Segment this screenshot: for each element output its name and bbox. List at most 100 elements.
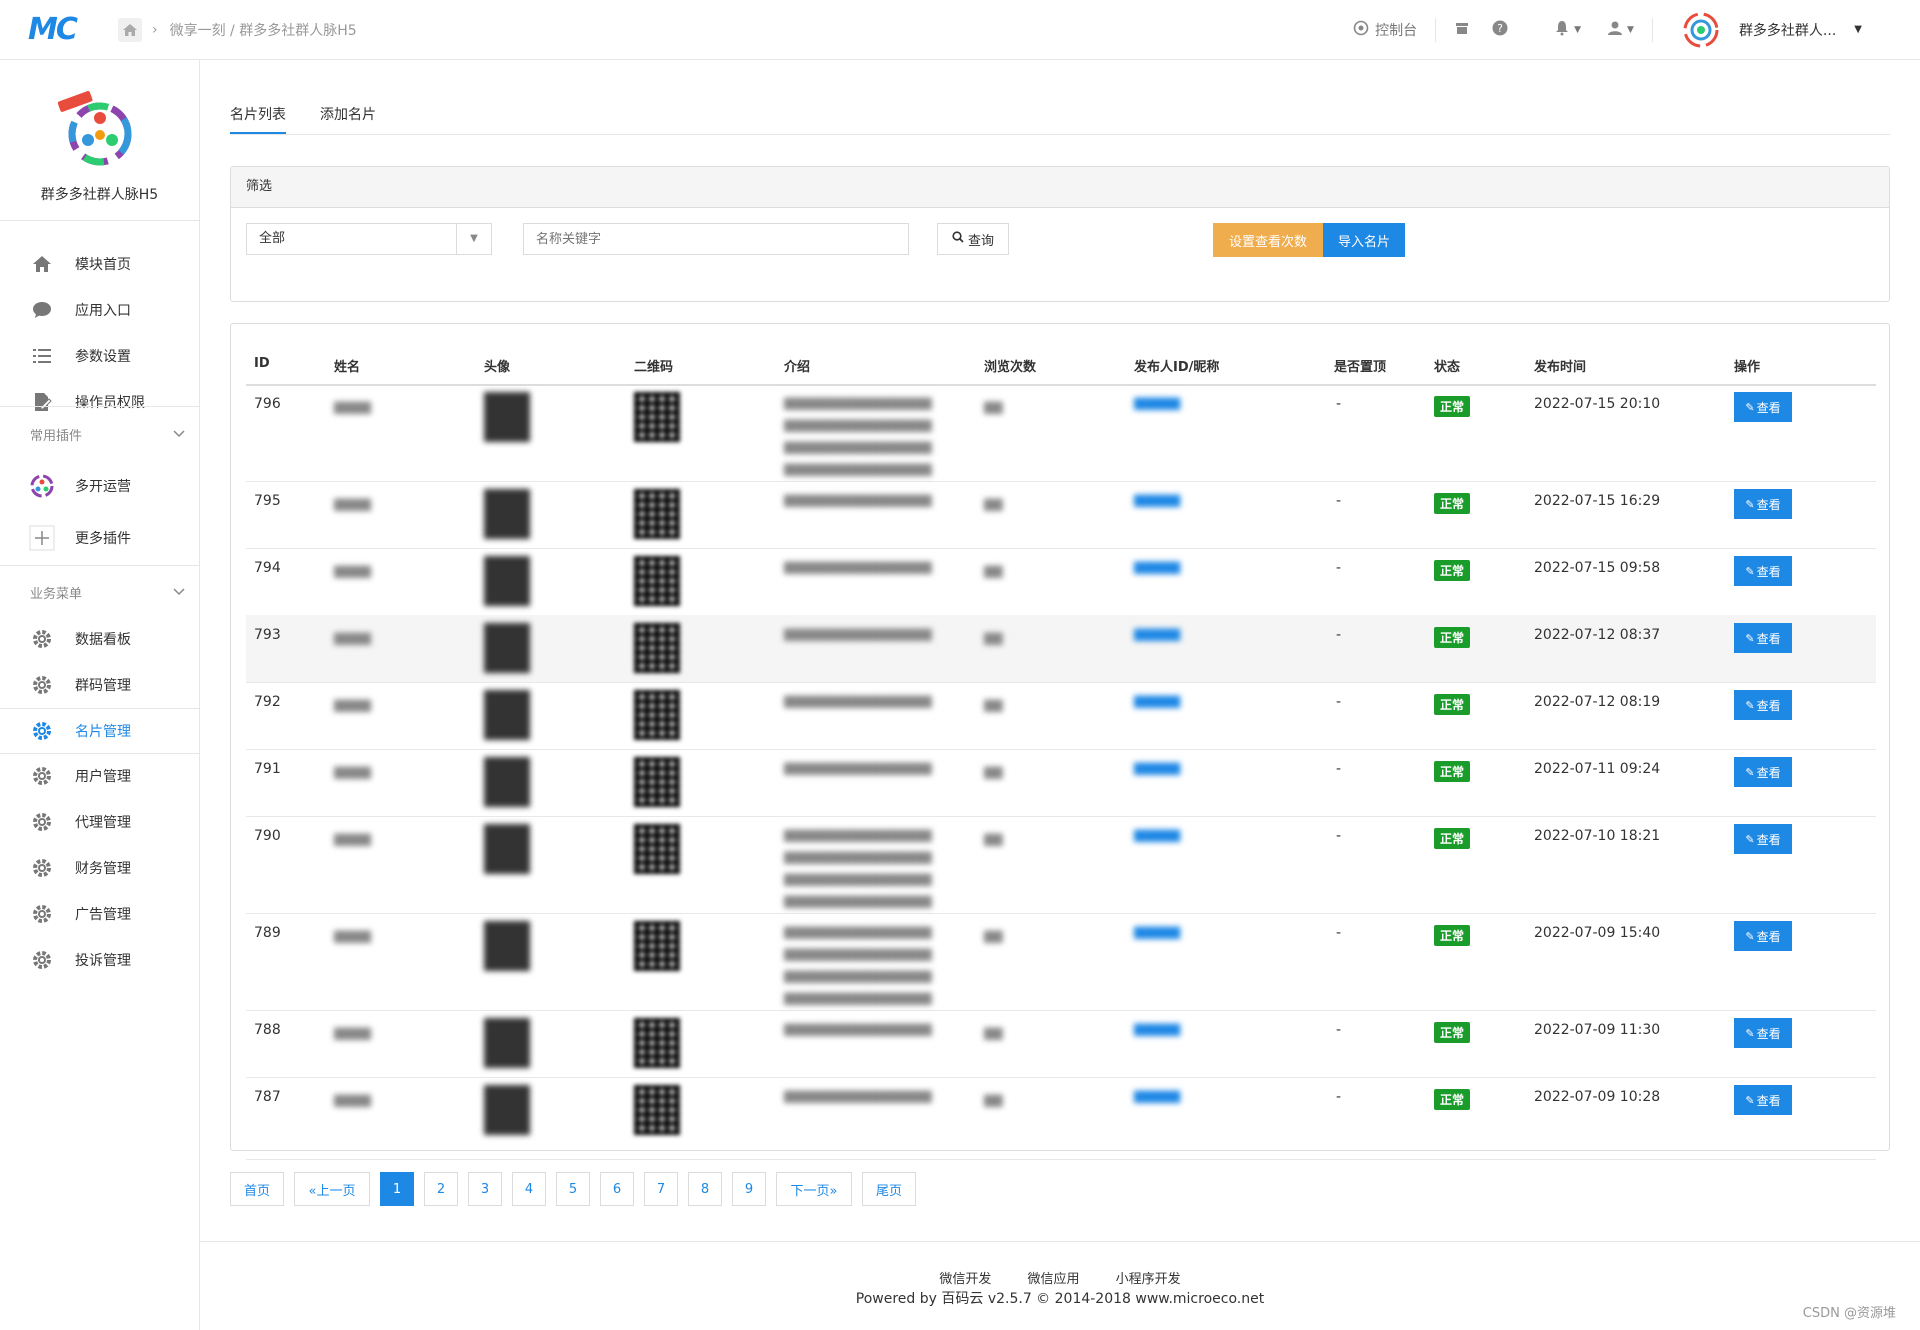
user-menu-button[interactable]: ▼ xyxy=(1599,0,1652,59)
page-next[interactable]: 下一页» xyxy=(776,1172,852,1206)
cell-pinned: - xyxy=(1336,694,1342,710)
notifications-button[interactable]: ▼ xyxy=(1526,0,1599,59)
account-dropdown[interactable]: 群多多社群人... ▼ xyxy=(1653,0,1920,59)
page-prev[interactable]: «上一页 xyxy=(294,1172,370,1206)
view-button[interactable]: ✎ 查看 xyxy=(1734,1085,1792,1115)
cell-publisher-link[interactable]: ▇▇▇▇▇ xyxy=(1134,694,1180,708)
status-badge: 正常 xyxy=(1434,828,1471,849)
status-badge-text: 正常 xyxy=(1434,560,1471,581)
help-button[interactable]: ? xyxy=(1488,0,1526,59)
view-button-inner[interactable]: ✎ 查看 xyxy=(1734,1085,1792,1115)
sidebar-item-agent-management[interactable]: 代理管理 xyxy=(0,800,199,844)
cell-publisher-link[interactable]: ▇▇▇▇▇ xyxy=(1134,761,1180,775)
qr-code-image xyxy=(634,921,680,971)
view-button[interactable]: ✎ 查看 xyxy=(1734,1018,1792,1048)
breadcrumb: › 微享一刻 / 群多多社群人脉H5 xyxy=(118,18,357,42)
cell-publisher-link[interactable]: ▇▇▇▇▇ xyxy=(1134,627,1180,641)
view-button-inner[interactable]: ✎ 查看 xyxy=(1734,556,1792,586)
cell-time: 2022-07-09 11:30 xyxy=(1534,1022,1661,1038)
view-button-inner[interactable]: ✎ 查看 xyxy=(1734,392,1792,422)
table-header: ID 姓名 头像 二维码 介绍 浏览次数 发布人ID/昵称 是否置顶 状态 发布… xyxy=(246,342,1876,386)
sidebar-item-user-management[interactable]: 用户管理 xyxy=(0,754,199,798)
view-button-inner[interactable]: ✎ 查看 xyxy=(1734,921,1792,951)
view-button[interactable]: ✎ 查看 xyxy=(1734,921,1792,951)
console-link[interactable]: 控制台 xyxy=(1335,0,1435,59)
page-1[interactable]: 1 xyxy=(380,1172,414,1206)
cell-intro: ▇▇▇▇▇▇▇▇▇▇▇▇▇▇▇▇ xyxy=(784,694,932,708)
sidebar-item-label: 广告管理 xyxy=(75,907,131,923)
page-5[interactable]: 5 xyxy=(556,1172,590,1206)
home-icon[interactable] xyxy=(118,18,142,42)
page-8[interactable]: 8 xyxy=(688,1172,722,1206)
sidebar-item-card-management[interactable]: 名片管理 xyxy=(0,708,199,754)
sidebar-item-more-plugins[interactable]: 更多插件 xyxy=(0,516,199,560)
view-button[interactable]: ✎ 查看 xyxy=(1734,824,1792,854)
cell-publisher-link[interactable]: ▇▇▇▇▇ xyxy=(1134,1089,1180,1103)
edit-icon: ✎ xyxy=(1745,832,1755,846)
store-button[interactable] xyxy=(1436,0,1488,59)
page-3[interactable]: 3 xyxy=(468,1172,502,1206)
view-button[interactable]: ✎ 查看 xyxy=(1734,489,1792,519)
cell-publisher-link[interactable]: ▇▇▇▇▇ xyxy=(1134,396,1180,410)
view-button-inner[interactable]: ✎ 查看 xyxy=(1734,623,1792,653)
query-button[interactable]: 查询 xyxy=(937,223,1009,255)
cell-publisher-link[interactable]: ▇▇▇▇▇ xyxy=(1134,493,1180,507)
import-cards-button[interactable]: 导入名片 xyxy=(1323,223,1405,257)
cell-publisher-link[interactable]: ▇▇▇▇▇ xyxy=(1134,828,1180,842)
sidebar-item-data-board[interactable]: 数据看板 xyxy=(0,617,199,661)
page-last[interactable]: 尾页 xyxy=(862,1172,916,1206)
sidebar-item-group-code[interactable]: 群码管理 xyxy=(0,663,199,707)
category-select[interactable]: 全部 ▼ xyxy=(246,223,492,255)
cell-publisher-link[interactable]: ▇▇▇▇▇ xyxy=(1134,925,1180,939)
view-button-inner[interactable]: ✎ 查看 xyxy=(1734,824,1792,854)
sidebar-item-ad-management[interactable]: 广告管理 xyxy=(0,892,199,936)
sidebar-item-module-home[interactable]: 模块首页 xyxy=(0,242,199,286)
sidebar-item-finance-management[interactable]: 财务管理 xyxy=(0,846,199,890)
cell-pinned: - xyxy=(1336,560,1342,576)
view-button-inner[interactable]: ✎ 查看 xyxy=(1734,1018,1792,1048)
footer-link-wechat-dev[interactable]: 微信开发 xyxy=(939,1272,991,1287)
section-business-menu[interactable]: 业务菜单 xyxy=(0,572,199,612)
view-button-inner[interactable]: ✎ 查看 xyxy=(1734,489,1792,519)
set-view-count-button[interactable]: 设置查看次数 xyxy=(1213,223,1323,257)
view-button[interactable]: ✎ 查看 xyxy=(1734,623,1792,653)
sidebar-item-label: 操作员权限 xyxy=(75,395,145,411)
edit-icon: ✎ xyxy=(1745,929,1755,943)
cell-name: ▇▇▇▇ xyxy=(334,698,371,712)
page-4[interactable]: 4 xyxy=(512,1172,546,1206)
view-button-inner[interactable]: ✎ 查看 xyxy=(1734,757,1792,787)
cell-views: ▇▇ xyxy=(984,1093,1003,1107)
cell-publisher-link[interactable]: ▇▇▇▇▇ xyxy=(1134,1022,1180,1036)
tab-card-list[interactable]: 名片列表 xyxy=(230,104,286,134)
page-6[interactable]: 6 xyxy=(600,1172,634,1206)
cell-pinned: - xyxy=(1336,627,1342,643)
app-logo[interactable]: MC xyxy=(28,12,88,48)
cell-publisher-link[interactable]: ▇▇▇▇▇ xyxy=(1134,560,1180,574)
page-7[interactable]: 7 xyxy=(644,1172,678,1206)
section-common-plugins[interactable]: 常用插件 xyxy=(0,414,199,454)
sidebar-item-complaint-management[interactable]: 投诉管理 xyxy=(0,938,199,982)
footer-link-miniprogram[interactable]: 小程序开发 xyxy=(1116,1272,1181,1287)
gear-icon xyxy=(29,855,55,881)
view-button[interactable]: ✎ 查看 xyxy=(1734,556,1792,586)
view-button[interactable]: ✎ 查看 xyxy=(1734,690,1792,720)
breadcrumb-text[interactable]: 微享一刻 / 群多多社群人脉H5 xyxy=(170,20,357,40)
page-first[interactable]: 首页 xyxy=(230,1172,284,1206)
sidebar-item-app-entry[interactable]: 应用入口 xyxy=(0,288,199,332)
pagination: 首页 «上一页 1 2 3 4 5 6 7 8 9 下一页» 尾页 xyxy=(230,1172,926,1208)
cell-intro: ▇▇▇▇▇▇▇▇▇▇▇▇▇▇▇▇ xyxy=(784,1022,932,1036)
status-badge: 正常 xyxy=(1434,627,1471,648)
sidebar-item-multi-ops[interactable]: 多开运营 xyxy=(0,464,199,508)
keyword-input[interactable] xyxy=(523,223,909,255)
view-button-inner[interactable]: ✎ 查看 xyxy=(1734,690,1792,720)
page-2[interactable]: 2 xyxy=(424,1172,458,1206)
tab-add-card[interactable]: 添加名片 xyxy=(320,104,376,134)
footer-link-wechat-app[interactable]: 微信应用 xyxy=(1027,1272,1079,1287)
page-9[interactable]: 9 xyxy=(732,1172,766,1206)
document-edit-icon xyxy=(29,389,55,415)
cell-intro: ▇▇▇▇▇▇▇▇▇▇▇▇▇▇▇▇ ▇▇▇▇▇▇▇▇▇▇▇▇▇▇▇▇ ▇▇▇▇▇▇▇▇… xyxy=(784,828,932,908)
view-button[interactable]: ✎ 查看 xyxy=(1734,392,1792,422)
col-views: 浏览次数 xyxy=(984,360,1037,375)
sidebar-item-settings[interactable]: 参数设置 xyxy=(0,334,199,378)
view-button[interactable]: ✎ 查看 xyxy=(1734,757,1792,787)
